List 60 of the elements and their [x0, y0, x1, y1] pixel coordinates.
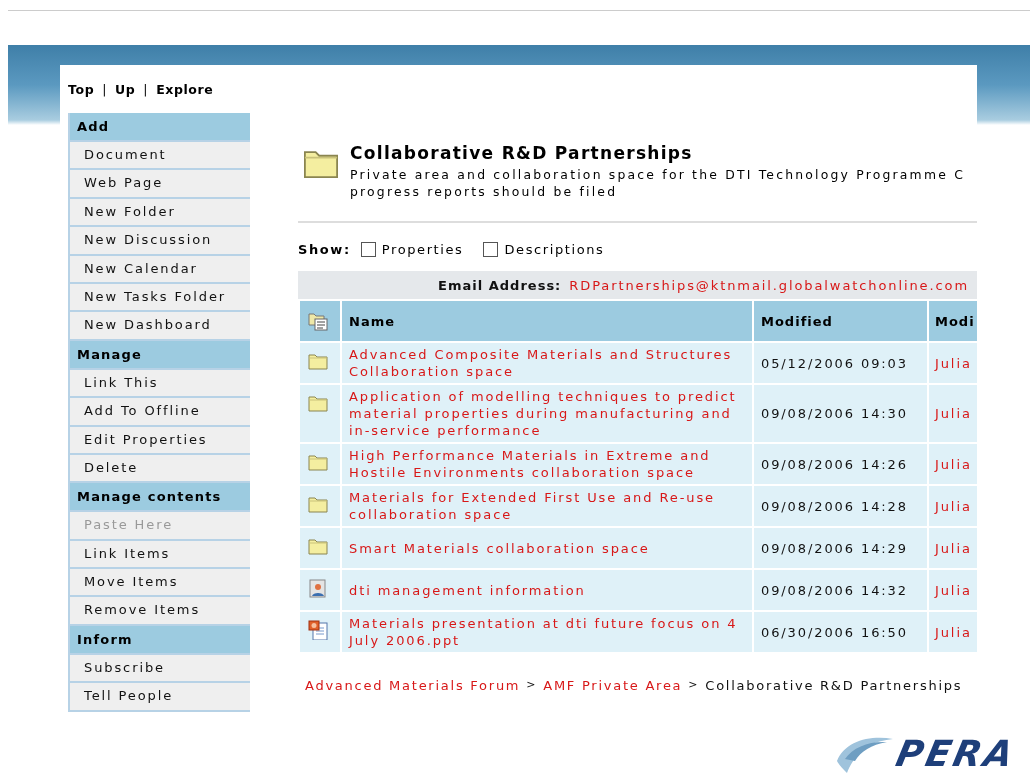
folder-list-icon: [308, 311, 328, 331]
sidebar-item[interactable]: Add To Offline: [70, 398, 250, 427]
sidebar-heading: Inform: [70, 625, 250, 655]
sidebar-item[interactable]: Delete: [70, 454, 250, 484]
folder-title: Collaborative R&D Partnerships: [350, 143, 694, 163]
column-header: Name: [341, 300, 753, 342]
folder-icon: [308, 536, 328, 556]
presentation-file-icon: [308, 620, 328, 640]
nav-link[interactable]: Explore: [156, 81, 214, 97]
sidebar-item[interactable]: Document: [70, 142, 250, 171]
folder-icon: [308, 393, 328, 413]
sidebar-item[interactable]: Subscribe: [70, 654, 250, 684]
sidebar-item[interactable]: New Folder: [70, 198, 250, 228]
sidebar-heading: Manage: [70, 340, 250, 370]
separator: >: [688, 678, 700, 693]
sidebar-item[interactable]: Tell People: [70, 683, 250, 712]
table-cell: 05/12/2006 09:03: [753, 342, 928, 384]
sidebar-item[interactable]: Edit Properties: [70, 426, 250, 455]
sidebar-item[interactable]: Move Items: [70, 569, 250, 598]
checkbox[interactable]: [483, 241, 499, 257]
folder-icon: [308, 351, 328, 371]
breadcrumb-current: Collaborative R&D Partnerships: [705, 678, 963, 693]
sidebar-item[interactable]: New Dashboard: [70, 312, 250, 341]
table-cell: 09/08/2006 14:32: [753, 569, 928, 611]
column-header: Modi: [928, 300, 977, 342]
sidebar-item[interactable]: Link Items: [70, 540, 250, 570]
nav-link[interactable]: Top: [68, 81, 95, 97]
email-label: Email Address:: [438, 277, 562, 293]
logo-text: PERA: [893, 732, 1021, 774]
sidebar-item[interactable]: Web Page: [70, 170, 250, 199]
checkbox-label: Descriptions: [504, 241, 605, 257]
user-link[interactable]: Julia: [935, 406, 972, 421]
separator: >: [526, 678, 538, 693]
table-cell: 09/08/2006 14:30: [753, 384, 928, 443]
show-label: Show:: [298, 241, 351, 257]
sidebar-item[interactable]: Link This: [70, 369, 250, 399]
person-document-icon: [308, 578, 328, 598]
sidebar-heading: Manage contents: [70, 483, 250, 513]
separator: |: [143, 81, 149, 97]
checkbox-label: Properties: [381, 241, 464, 257]
sidebar-heading: Add: [70, 113, 250, 142]
separator: |: [102, 81, 107, 97]
sidebar-item[interactable]: Remove Items: [70, 597, 250, 626]
breadcrumb-link[interactable]: AMF Private Area: [543, 678, 683, 693]
table-cell: 09/08/2006 14:26: [753, 443, 928, 485]
folder-description: progress reports should be filed: [350, 183, 619, 200]
table-cell: 09/08/2006 14:29: [753, 527, 928, 569]
sidebar-item[interactable]: New Discussion: [70, 227, 250, 256]
checkbox[interactable]: [360, 241, 376, 257]
email-link[interactable]: RDPartnerships@ktnmail.globalwatchonline.com: [569, 277, 969, 293]
column-header: Modified: [753, 300, 928, 342]
nav-link[interactable]: Up: [115, 81, 136, 97]
breadcrumb-link[interactable]: Advanced Materials Forum: [305, 678, 521, 693]
folder-icon: [308, 494, 328, 514]
sidebar-item[interactable]: New Calendar: [70, 255, 250, 284]
table-cell: 06/30/2006 16:50: [753, 611, 928, 653]
sidebar-item[interactable]: New Tasks Folder: [70, 283, 250, 313]
table-cell: 09/08/2006 14:28: [753, 485, 928, 527]
folder-description: Private area and collaboration space for the DTI Technology Programme C: [350, 166, 965, 183]
folder-icon: [308, 452, 328, 472]
